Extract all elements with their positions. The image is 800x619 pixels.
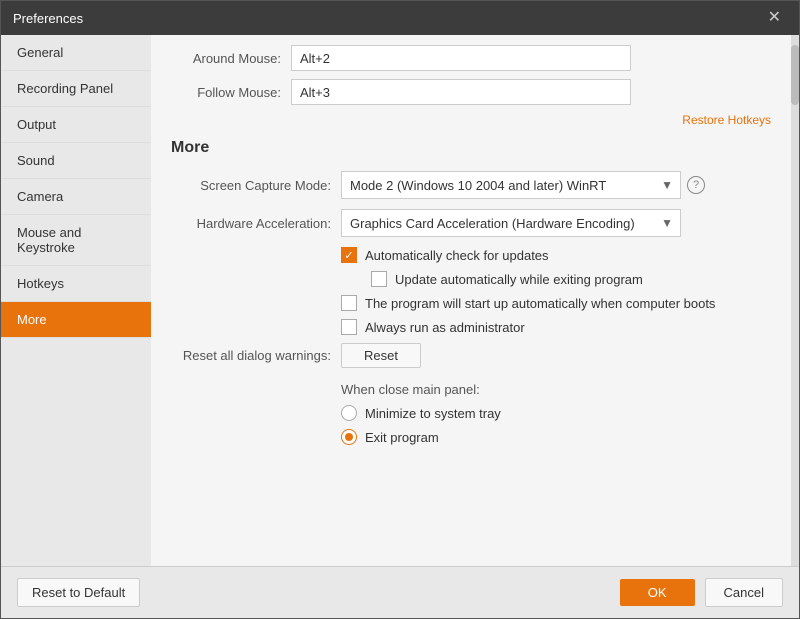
sidebar-item-output[interactable]: Output (1, 107, 151, 143)
footer-left: Reset to Default (17, 578, 140, 607)
admin-row: Always run as administrator (171, 319, 771, 335)
around-mouse-label: Around Mouse: (171, 51, 291, 66)
follow-mouse-input[interactable] (291, 79, 631, 105)
sidebar-item-general[interactable]: General (1, 35, 151, 71)
screen-capture-help-icon[interactable]: ? (687, 176, 705, 194)
exit-program-label: Exit program (365, 430, 439, 445)
when-close-section: When close main panel: Minimize to syste… (171, 382, 771, 445)
sidebar: General Recording Panel Output Sound Cam… (1, 35, 151, 566)
sidebar-item-sound[interactable]: Sound (1, 143, 151, 179)
update-auto-label: Update automatically while exiting progr… (395, 272, 643, 287)
startup-checkbox[interactable] (341, 295, 357, 311)
minimize-tray-radio[interactable] (341, 405, 357, 421)
screen-capture-select-wrapper: Mode 2 (Windows 10 2004 and later) WinRT… (341, 171, 681, 199)
cancel-button[interactable]: Cancel (705, 578, 783, 607)
reset-dialogs-button[interactable]: Reset (341, 343, 421, 368)
ok-button[interactable]: OK (620, 579, 695, 606)
minimize-tray-row: Minimize to system tray (341, 405, 771, 421)
sidebar-item-mouse-keystroke[interactable]: Mouse and Keystroke (1, 215, 151, 266)
main-content: General Recording Panel Output Sound Cam… (1, 35, 799, 566)
screen-capture-row: Screen Capture Mode: Mode 2 (Windows 10 … (171, 171, 771, 199)
footer: Reset to Default OK Cancel (1, 566, 799, 618)
restore-hotkeys-row: Restore Hotkeys (171, 113, 771, 127)
auto-check-updates-row: Automatically check for updates (171, 247, 771, 263)
auto-check-updates-checkbox[interactable] (341, 247, 357, 263)
more-section-title: More (171, 139, 771, 157)
sidebar-item-more[interactable]: More (1, 302, 151, 338)
hardware-accel-select-wrapper: Graphics Card Acceleration (Hardware Enc… (341, 209, 681, 237)
content-area: Around Mouse: Follow Mouse: Restore Hotk… (151, 35, 791, 566)
admin-label: Always run as administrator (365, 320, 525, 335)
when-close-label: When close main panel: (341, 382, 771, 397)
title-bar: Preferences ✕ (1, 1, 799, 35)
around-mouse-row: Around Mouse: (171, 45, 771, 71)
reset-dialogs-label: Reset all dialog warnings: (171, 348, 341, 363)
startup-row: The program will start up automatically … (171, 295, 771, 311)
hardware-accel-label: Hardware Acceleration: (171, 216, 341, 231)
window-title: Preferences (13, 11, 83, 26)
close-button[interactable]: ✕ (762, 8, 787, 28)
screen-capture-label: Screen Capture Mode: (171, 178, 341, 193)
scroll-content: Around Mouse: Follow Mouse: Restore Hotk… (151, 35, 791, 566)
update-auto-checkbox[interactable] (371, 271, 387, 287)
hardware-accel-select[interactable]: Graphics Card Acceleration (Hardware Enc… (341, 209, 681, 237)
auto-check-updates-label: Automatically check for updates (365, 248, 549, 263)
sidebar-item-camera[interactable]: Camera (1, 179, 151, 215)
restore-hotkeys-link[interactable]: Restore Hotkeys (682, 113, 771, 127)
exit-program-row: Exit program (341, 429, 771, 445)
sidebar-item-recording-panel[interactable]: Recording Panel (1, 71, 151, 107)
footer-right: OK Cancel (620, 578, 783, 607)
preferences-window: Preferences ✕ General Recording Panel Ou… (0, 0, 800, 619)
follow-mouse-label: Follow Mouse: (171, 85, 291, 100)
reset-to-default-button[interactable]: Reset to Default (17, 578, 140, 607)
startup-label: The program will start up automatically … (365, 296, 715, 311)
hardware-accel-row: Hardware Acceleration: Graphics Card Acc… (171, 209, 771, 237)
follow-mouse-row: Follow Mouse: (171, 79, 771, 105)
scrollbar-track[interactable] (791, 35, 799, 566)
update-auto-row: Update automatically while exiting progr… (171, 271, 771, 287)
exit-program-radio[interactable] (341, 429, 357, 445)
scrollbar-thumb[interactable] (791, 45, 799, 105)
screen-capture-select[interactable]: Mode 2 (Windows 10 2004 and later) WinRT (341, 171, 681, 199)
around-mouse-input[interactable] (291, 45, 631, 71)
sidebar-item-hotkeys[interactable]: Hotkeys (1, 266, 151, 302)
minimize-tray-label: Minimize to system tray (365, 406, 501, 421)
reset-dialogs-row: Reset all dialog warnings: Reset (171, 343, 771, 368)
admin-checkbox[interactable] (341, 319, 357, 335)
